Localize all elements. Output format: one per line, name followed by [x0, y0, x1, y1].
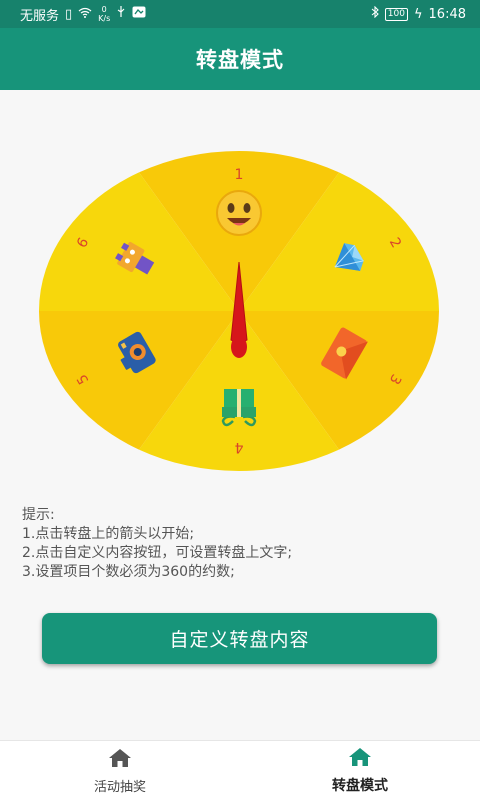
- nav-item-activity-draw[interactable]: 活动抽奖: [0, 741, 240, 801]
- nav-item-wheel-mode[interactable]: 转盘模式: [240, 741, 480, 801]
- status-bar: 无服务 ▯ 0 K/s 100 ϟ 16:48: [0, 0, 480, 28]
- bluetooth-icon: [371, 5, 379, 22]
- usb-icon: [116, 6, 126, 22]
- tips-line-1: 1.点击转盘上的箭头以开始;: [22, 526, 195, 542]
- app-notification-icon: [132, 6, 146, 22]
- wheel-segment-number-4: 4: [234, 439, 243, 455]
- smiley-face-icon: [216, 190, 262, 236]
- tips-line-3: 3.设置项目个数必须为360的约数;: [22, 564, 235, 580]
- home-icon: [348, 747, 372, 771]
- wifi-icon: [78, 7, 92, 22]
- tips-panel: 提示: 1.点击转盘上的箭头以开始; 2.点击自定义内容按钮，可设置转盘上文字;…: [22, 506, 462, 582]
- home-icon: [108, 748, 132, 772]
- tips-heading: 提示:: [22, 507, 55, 523]
- wheel-area: 123456: [0, 90, 480, 490]
- status-right: 100 ϟ 16:48: [371, 5, 466, 22]
- clock-text: 16:48: [428, 6, 466, 22]
- page-title: 转盘模式: [196, 48, 284, 72]
- charging-icon: ϟ: [413, 6, 423, 22]
- net-speed-value: 0: [101, 5, 107, 14]
- tips-line-2: 2.点击自定义内容按钮，可设置转盘上文字;: [22, 545, 293, 561]
- net-speed-unit: K/s: [98, 14, 111, 23]
- wheel-segment-number-1: 1: [235, 167, 244, 183]
- customize-wheel-button[interactable]: 自定义转盘内容: [42, 613, 437, 664]
- status-left: 无服务 ▯ 0 K/s: [20, 5, 146, 24]
- nav-label-wheel-mode: 转盘模式: [332, 778, 388, 794]
- app-bar: 转盘模式: [0, 28, 480, 90]
- battery-indicator: 100: [384, 7, 408, 21]
- carrier-text: 无服务: [20, 8, 60, 24]
- prize-wheel[interactable]: 123456: [0, 90, 480, 490]
- net-speed: 0 K/s: [98, 5, 110, 23]
- nav-label-activity-draw: 活动抽奖: [93, 779, 146, 795]
- sim-icon: ▯: [65, 6, 73, 22]
- bottom-navigation: 活动抽奖 转盘模式: [0, 740, 480, 801]
